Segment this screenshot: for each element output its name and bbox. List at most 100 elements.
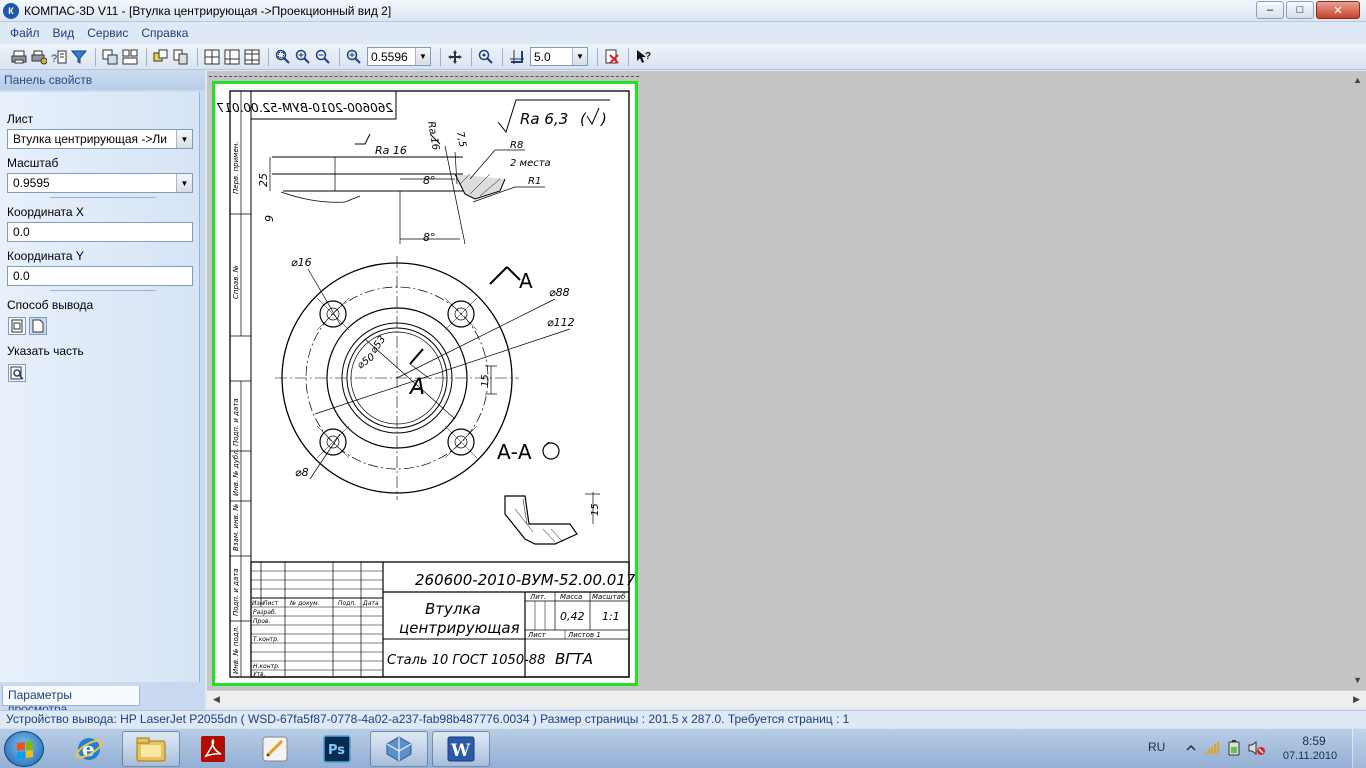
- layers-icon[interactable]: [152, 48, 170, 66]
- dim-7-5: 7,5: [454, 131, 468, 149]
- section-a-center: A: [408, 375, 425, 400]
- print-setup-icon[interactable]: [30, 48, 48, 66]
- kompas-3d-icon: [386, 736, 412, 762]
- maximize-button[interactable]: □: [1286, 1, 1314, 19]
- taskbar-kompas-3d[interactable]: [370, 731, 428, 767]
- step-combo[interactable]: 5.0 ▼: [530, 47, 588, 66]
- zoom-in-icon[interactable]: [294, 48, 312, 66]
- zoom-fit-icon[interactable]: [477, 48, 495, 66]
- scroll-up-arrow[interactable]: ▲: [1353, 75, 1362, 85]
- windows-logo-icon: [17, 741, 33, 759]
- taskbar-word[interactable]: W: [432, 731, 490, 767]
- scale-select[interactable]: 0.9595 ▼: [7, 173, 193, 193]
- coord-x-value[interactable]: 0.0: [8, 225, 192, 239]
- zoom-combo[interactable]: 0.5596 ▼: [367, 47, 431, 66]
- coord-y-field[interactable]: 0.0: [7, 266, 193, 286]
- zoom-window-icon[interactable]: [274, 48, 292, 66]
- zoom-scale-icon[interactable]: [345, 48, 363, 66]
- word-icon: W: [447, 736, 475, 762]
- page-layout-icon[interactable]: ?: [50, 48, 68, 66]
- part-name-line2: центрирующая: [399, 619, 520, 637]
- status-bar: Устройство вывода: HP LaserJet P2055dn (…: [0, 710, 1366, 728]
- svg-text:?: ?: [645, 51, 651, 62]
- print-preview-close-icon[interactable]: [603, 48, 621, 66]
- stamp-header-4: Подп.: [338, 600, 356, 607]
- menu-file[interactable]: Файл: [10, 26, 40, 40]
- coord-x-field[interactable]: 0.0: [7, 222, 193, 242]
- grid-view-3-icon[interactable]: [243, 48, 261, 66]
- divider: [50, 290, 156, 291]
- annotation-ra16-top: Ra 16: [375, 144, 407, 157]
- chevron-down-icon[interactable]: ▼: [176, 174, 192, 192]
- scroll-down-arrow[interactable]: ▼: [1353, 675, 1362, 685]
- taskbar-ie[interactable]: e: [60, 731, 118, 767]
- zoom-value[interactable]: 0.5596: [368, 50, 415, 64]
- angle-2: 8°: [423, 231, 436, 244]
- taskbar-photoshop[interactable]: Ps: [308, 731, 366, 767]
- snap-step-icon[interactable]: [508, 48, 526, 66]
- col-lit: Лит.: [529, 593, 546, 601]
- chevron-down-icon[interactable]: ▼: [415, 48, 430, 65]
- language-indicator[interactable]: RU: [1148, 740, 1165, 754]
- clock-date[interactable]: 07.11.2010: [1278, 750, 1342, 762]
- stamp-role-4: Н.контр.: [253, 663, 280, 670]
- volume-muted-icon[interactable]: [1248, 740, 1266, 756]
- power-icon[interactable]: [1226, 739, 1242, 757]
- taskbar-acrobat[interactable]: [184, 731, 242, 767]
- coord-x-label: Координата X: [7, 205, 84, 219]
- drawing-canvas[interactable]: Перв. примен. Справ. № Подп. и дата Инв.…: [207, 71, 1366, 690]
- chevron-down-icon[interactable]: ▼: [572, 48, 587, 65]
- sheets-total: Листов 1: [567, 631, 601, 639]
- taskbar-kompas-graphic[interactable]: [246, 731, 304, 767]
- grid-view-2-icon[interactable]: [223, 48, 241, 66]
- step-value[interactable]: 5.0: [531, 50, 572, 64]
- clock-time[interactable]: 8:59: [1286, 734, 1342, 748]
- horizontal-scrollbar[interactable]: ◀ ▶: [207, 690, 1366, 707]
- output-label: Способ вывода: [7, 298, 94, 312]
- chevron-down-icon[interactable]: ▼: [176, 130, 192, 148]
- clone-icon[interactable]: [172, 48, 190, 66]
- help-cursor-icon[interactable]: ?: [634, 48, 652, 66]
- page-fit-icon: [11, 319, 23, 333]
- svg-text:Ps: Ps: [328, 743, 345, 758]
- select-part-button[interactable]: [8, 364, 26, 382]
- print-icon[interactable]: [10, 48, 28, 66]
- start-button[interactable]: [4, 731, 44, 767]
- zoom-part-icon: [10, 366, 24, 380]
- scale-value[interactable]: 0.9595: [8, 176, 176, 190]
- sheet-value[interactable]: Втулка центрирующая ->Ли: [8, 132, 176, 146]
- sheet-select[interactable]: Втулка центрирующая ->Ли ▼: [7, 129, 193, 149]
- output-page-button[interactable]: [29, 317, 47, 335]
- pan-icon[interactable]: [446, 48, 464, 66]
- angle-1: 8°: [423, 174, 436, 187]
- side-label-1: Перв. примен.: [232, 141, 240, 194]
- zoom-out-icon[interactable]: [314, 48, 332, 66]
- taskbar-explorer[interactable]: [122, 731, 180, 767]
- filter-icon[interactable]: [70, 48, 88, 66]
- drawing-svg: Перв. примен. Справ. № Подп. и дата Инв.…: [216, 90, 635, 678]
- panel-body: Лист Втулка центрирующая ->Ли ▼ Масштаб …: [0, 92, 200, 682]
- scroll-left-arrow[interactable]: ◀: [213, 694, 220, 705]
- menu-service[interactable]: Сервис: [87, 26, 128, 40]
- fit-sheet-icon[interactable]: [101, 48, 119, 66]
- menu-help[interactable]: Справка: [141, 26, 188, 40]
- mass-value: 0,42: [560, 610, 585, 623]
- kompas-app-icon[interactable]: К: [3, 2, 19, 19]
- window-title: КОМПАС-3D V11 - [Втулка центрирующая ->П…: [24, 3, 392, 18]
- output-fit-button[interactable]: [8, 317, 26, 335]
- tab-view-params[interactable]: Параметры просмотра: [2, 686, 140, 716]
- part-label: Указать часть: [7, 344, 84, 358]
- menu-view[interactable]: Вид: [53, 26, 75, 40]
- grid-view-icon[interactable]: [203, 48, 221, 66]
- scroll-right-arrow[interactable]: ▶: [1353, 694, 1360, 705]
- network-signal-icon[interactable]: [1204, 741, 1220, 755]
- divider: [50, 197, 156, 198]
- coord-y-value[interactable]: 0.0: [8, 269, 192, 283]
- show-desktop-button[interactable]: [1352, 729, 1366, 768]
- stamp-role-1: Разраб.: [253, 609, 277, 616]
- tray-expand-icon[interactable]: [1186, 743, 1196, 753]
- close-button[interactable]: ✕: [1316, 1, 1360, 19]
- minimize-button[interactable]: –: [1256, 1, 1284, 19]
- drawing-sheet[interactable]: Перв. примен. Справ. № Подп. и дата Инв.…: [212, 81, 638, 686]
- arrange-icon[interactable]: [121, 48, 139, 66]
